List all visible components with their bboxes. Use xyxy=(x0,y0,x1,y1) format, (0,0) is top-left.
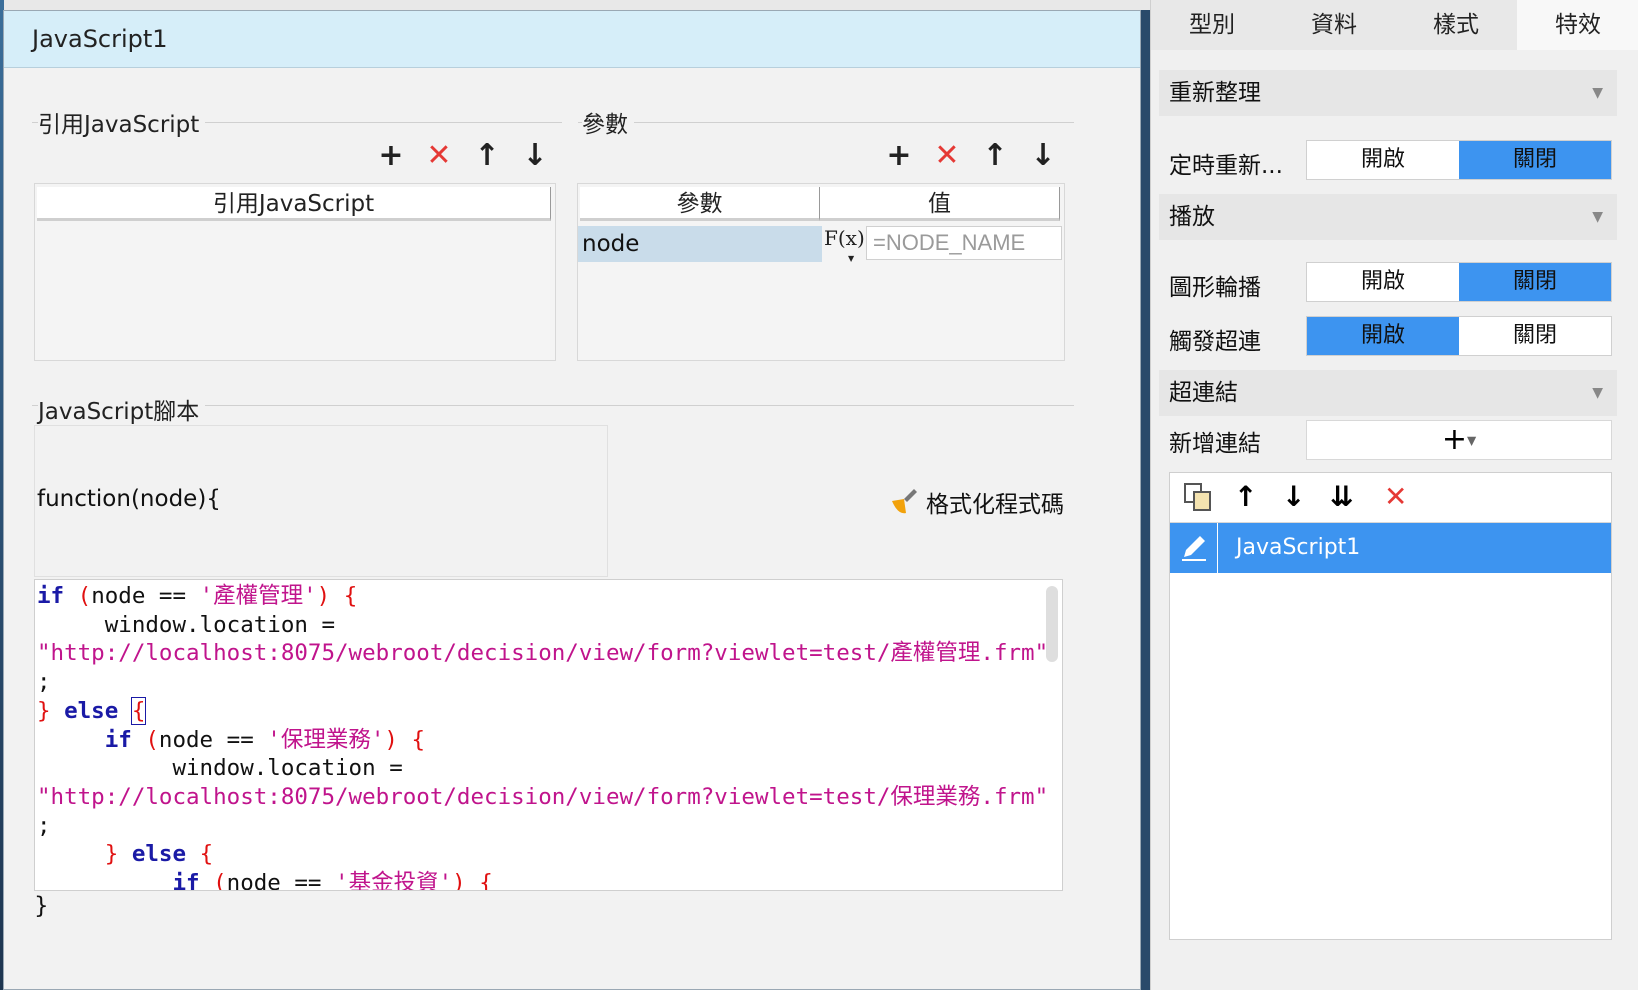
hyperlink-item[interactable]: JavaScript1 xyxy=(1170,523,1611,573)
trigger-link-on-button[interactable]: 開啟 xyxy=(1307,317,1459,355)
link-delete-x-icon[interactable]: ✕ xyxy=(1384,481,1407,513)
timer-refresh-label: 定時重新... xyxy=(1169,153,1283,179)
collapse-caret-icon: ▼ xyxy=(1592,385,1603,401)
function-closing-brace: } xyxy=(34,893,49,919)
formula-fx-icon[interactable]: F(x) xyxy=(824,226,865,250)
param-value-input[interactable]: =NODE_NAME xyxy=(866,226,1062,260)
tab-data[interactable]: 資料 xyxy=(1273,0,1395,50)
ref-js-section-label: 引用JavaScript xyxy=(38,105,206,139)
javascript-dialog: JavaScript1 引用JavaScript + ✕ ↑ ↓ 引用JavaS… xyxy=(3,10,1141,990)
param-delete-x-icon[interactable]: ✕ xyxy=(932,141,962,171)
properties-panel: 型別 資料 樣式 特效 重新整理 ▼ 定時重新... 開啟 關閉 播放 ▼ 圖形… xyxy=(1150,0,1638,990)
background-window-top xyxy=(0,0,1150,10)
tab-effects[interactable]: 特效 xyxy=(1517,0,1638,50)
play-group-header[interactable]: 播放 ▼ xyxy=(1159,194,1617,240)
trigger-link-off-button[interactable]: 關閉 xyxy=(1459,317,1611,355)
ref-add-plus-icon[interactable]: + xyxy=(376,141,406,171)
add-link-label: 新增連結 xyxy=(1169,431,1261,457)
param-name-cell[interactable]: node xyxy=(578,226,822,262)
timer-refresh-on-button[interactable]: 開啟 xyxy=(1307,141,1459,179)
script-section-label: JavaScript腳本 xyxy=(38,392,206,426)
code-editor[interactable]: if (node == '產權管理') { window.location = … xyxy=(34,579,1063,891)
hyperlink-group-title: 超連結 xyxy=(1169,380,1238,406)
add-link-button[interactable]: +▼ xyxy=(1306,420,1612,460)
ref-js-table: 引用JavaScript xyxy=(34,183,556,361)
link-move-up-arrow-icon[interactable]: ↑ xyxy=(1234,481,1257,513)
edit-pencil-icon[interactable] xyxy=(1170,523,1218,573)
carousel-on-button[interactable]: 開啟 xyxy=(1307,263,1459,301)
copy-icon[interactable] xyxy=(1182,481,1214,513)
params-table: 參數 值 node F(x) ▼ =NODE_NAME xyxy=(577,183,1065,361)
refresh-group-title: 重新整理 xyxy=(1169,80,1261,106)
trigger-link-toggle: 開啟 關閉 xyxy=(1306,316,1612,356)
section-divider xyxy=(578,122,1074,123)
timer-refresh-toggle: 開啟 關閉 xyxy=(1306,140,1612,180)
broom-icon xyxy=(892,489,917,514)
function-signature-box: function(node){ xyxy=(34,425,608,577)
format-code-button[interactable]: 格式化程式碼 xyxy=(888,485,1064,519)
dropdown-caret-icon: ▼ xyxy=(1466,433,1477,448)
code-line: ; xyxy=(37,812,51,839)
ref-move-up-arrow-icon[interactable]: ↑ xyxy=(472,141,502,171)
carousel-label: 圖形輪播 xyxy=(1169,275,1261,301)
code-line: } else { xyxy=(37,696,147,725)
param-add-plus-icon[interactable]: + xyxy=(884,141,914,171)
hyperlink-toolbar: ↑ ↓ ⇊ ✕ xyxy=(1170,473,1611,523)
carousel-toggle: 開啟 關閉 xyxy=(1306,262,1612,302)
trigger-link-label: 觸發超連 xyxy=(1169,329,1261,355)
code-line: "http://localhost:8075/webroot/decision/… xyxy=(37,783,1049,810)
code-line: ; xyxy=(37,669,51,696)
code-line: if (node == '保理業務') { xyxy=(104,726,426,753)
collapse-caret-icon: ▼ xyxy=(1592,85,1603,101)
ref-js-column-header[interactable]: 引用JavaScript xyxy=(37,187,551,221)
fx-dropdown-caret-icon[interactable]: ▼ xyxy=(848,254,854,263)
ref-move-down-arrow-icon[interactable]: ↓ xyxy=(520,141,550,171)
ref-delete-x-icon[interactable]: ✕ xyxy=(424,141,454,171)
code-line: window.location = xyxy=(37,611,336,638)
function-signature: function(node){ xyxy=(37,486,221,512)
params-section-label: 參數 xyxy=(582,105,634,139)
format-code-label: 格式化程式碼 xyxy=(926,492,1064,518)
hyperlink-group-header[interactable]: 超連結 ▼ xyxy=(1159,370,1617,416)
link-move-bottom-icon[interactable]: ⇊ xyxy=(1330,481,1353,513)
code-content[interactable]: if (node == '產權管理') { window.location = … xyxy=(35,580,1062,891)
collapse-caret-icon: ▼ xyxy=(1592,209,1603,225)
panel-tabs: 型別 資料 樣式 特效 xyxy=(1151,0,1638,50)
code-line: } else { xyxy=(104,841,214,868)
code-line: if (node == '產權管理') { xyxy=(37,583,358,609)
param-move-up-arrow-icon[interactable]: ↑ xyxy=(980,141,1010,171)
hyperlink-item-label: JavaScript1 xyxy=(1236,535,1361,560)
param-move-down-arrow-icon[interactable]: ↓ xyxy=(1028,141,1058,171)
refresh-group-header[interactable]: 重新整理 ▼ xyxy=(1159,70,1617,116)
params-name-column-header[interactable]: 參數 xyxy=(580,187,820,221)
timer-refresh-off-button[interactable]: 關閉 xyxy=(1459,141,1611,179)
editor-scrollbar[interactable] xyxy=(1046,586,1058,662)
code-line: window.location = xyxy=(37,755,403,782)
plus-icon: + xyxy=(1441,422,1467,457)
code-line: if (node == '基金投資') { xyxy=(172,870,493,891)
hyperlink-list: ↑ ↓ ⇊ ✕ JavaScript1 xyxy=(1169,472,1612,940)
code-line: "http://localhost:8075/webroot/decision/… xyxy=(37,640,1049,667)
dialog-title: JavaScript1 xyxy=(4,11,1140,68)
tab-type[interactable]: 型別 xyxy=(1151,0,1273,50)
params-value-column-header[interactable]: 值 xyxy=(820,187,1060,221)
tab-style[interactable]: 樣式 xyxy=(1395,0,1517,50)
link-move-down-arrow-icon[interactable]: ↓ xyxy=(1282,481,1305,513)
play-group-title: 播放 xyxy=(1169,204,1215,230)
carousel-off-button[interactable]: 關閉 xyxy=(1459,263,1611,301)
